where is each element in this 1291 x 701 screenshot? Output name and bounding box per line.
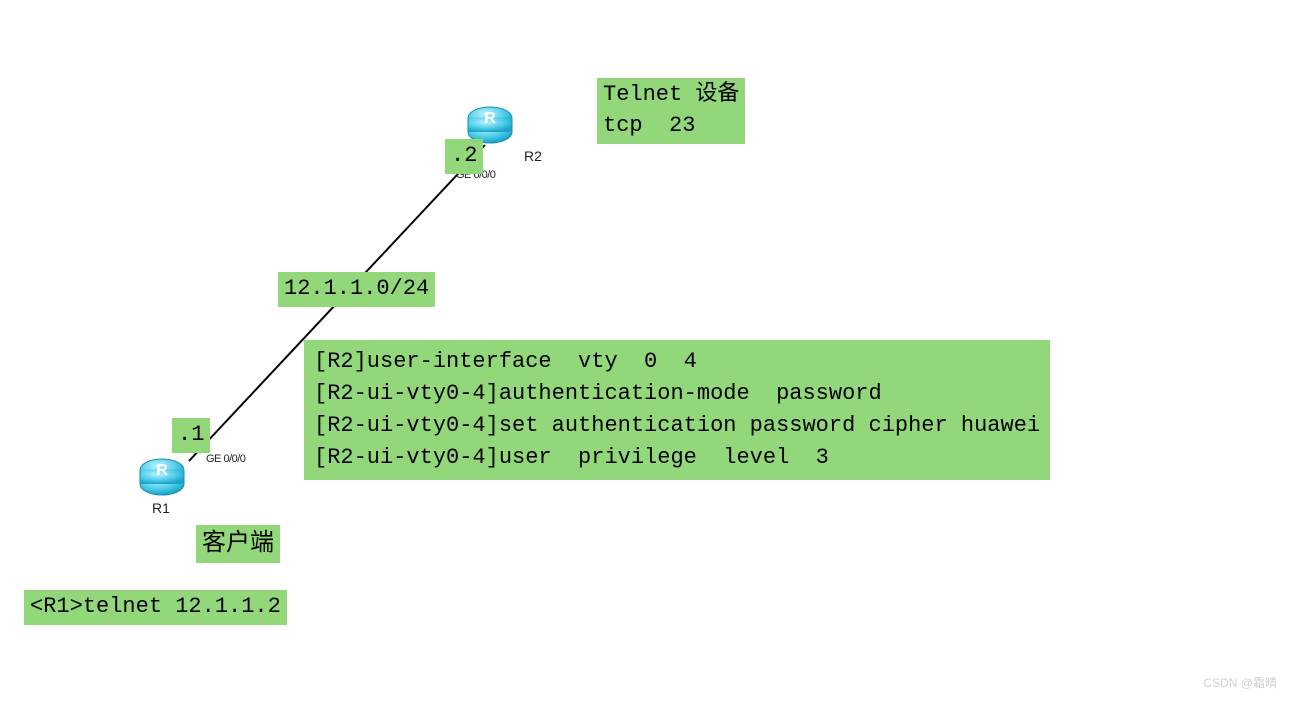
cfg-line-2: [R2-ui-vty0-4]authentication-mode passwo… (314, 381, 882, 406)
router-r1-name: R1 (152, 500, 170, 516)
r1-command: <R1>telnet 12.1.1.2 (24, 590, 287, 625)
title-box: Telnet 设备 tcp 23 (597, 78, 745, 144)
network-label: 12.1.1.0/24 (278, 272, 435, 307)
topology-canvas: R R2 GE 0/0/0 R R1 GE 0/0/0 Telnet 设备 tc… (0, 0, 1291, 701)
client-label: 客户端 (196, 525, 280, 563)
router-r1: R (138, 454, 186, 496)
cfg-line-4: [R2-ui-vty0-4]user privilege level 3 (314, 445, 829, 470)
router-icon: R (466, 102, 514, 144)
cfg-line-3: [R2-ui-vty0-4]set authentication passwor… (314, 413, 1040, 438)
router-r2: R (466, 102, 514, 144)
cfg-line-1: [R2]user-interface vty 0 4 (314, 349, 697, 374)
title-line1: Telnet 设备 (603, 82, 739, 107)
r2-host-suffix: .2 (445, 139, 483, 174)
svg-text:R: R (484, 110, 496, 127)
router-r1-port: GE 0/0/0 (206, 453, 245, 465)
r2-config-block: [R2]user-interface vty 0 4 [R2-ui-vty0-4… (304, 340, 1050, 480)
svg-text:R: R (156, 462, 168, 479)
title-line2: tcp 23 (603, 113, 695, 138)
watermark: CSDN @霜晴 (1203, 674, 1277, 691)
router-icon: R (138, 454, 186, 496)
r1-host-suffix: .1 (172, 418, 210, 453)
router-r2-name: R2 (524, 148, 542, 164)
